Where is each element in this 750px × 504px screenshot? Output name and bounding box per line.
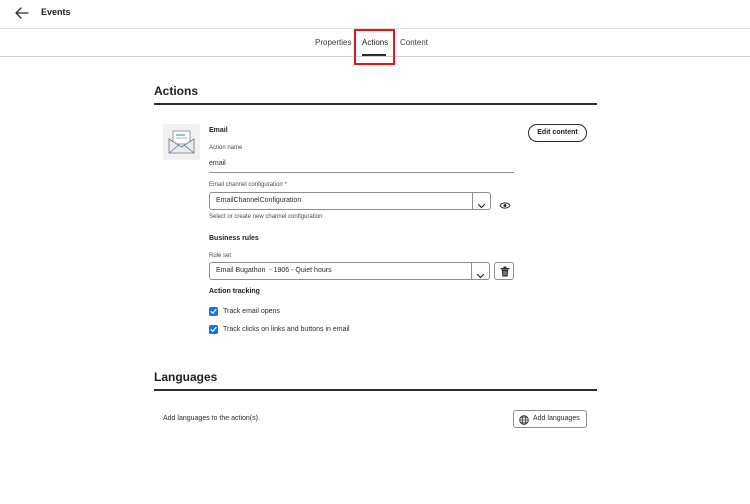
trash-icon	[500, 266, 510, 277]
actions-section-divider	[154, 103, 597, 105]
add-languages-button[interactable]: Add languages	[513, 410, 587, 428]
languages-section-divider	[154, 389, 597, 391]
edit-content-button[interactable]: Edit content	[528, 124, 587, 142]
action-type-label: Email	[209, 127, 228, 134]
channel-config-help: Select or create new channel configurati…	[209, 214, 323, 220]
eye-icon[interactable]	[499, 197, 511, 215]
track-opens-label: Track email opens	[223, 308, 280, 315]
channel-config-value: EmailChannelConfiguration	[216, 197, 302, 204]
action-name-underline	[209, 172, 514, 173]
channel-config-label: Email channel configuration *	[209, 182, 287, 188]
action-name-label: Action name	[209, 145, 243, 151]
checkmark-icon	[210, 308, 217, 315]
top-bar: Events	[0, 0, 750, 29]
add-languages-label: Add languages	[533, 415, 580, 422]
arrow-left-icon[interactable]	[14, 6, 30, 20]
track-clicks-label: Track clicks on links and buttons in ema…	[223, 326, 350, 333]
rule-set-label: Rule set	[209, 253, 232, 259]
required-marker: *	[284, 182, 287, 188]
checkmark-icon	[210, 326, 217, 333]
channel-config-select[interactable]: EmailChannelConfiguration	[209, 192, 491, 210]
action-name-input[interactable]: email	[209, 160, 226, 167]
rule-set-select[interactable]: Email Bugathon - 1906 - Quiet hours	[209, 262, 490, 280]
action-tracking-heading: Action tracking	[209, 288, 260, 295]
rule-set-value: Email Bugathon - 1906 - Quiet hours	[216, 267, 332, 274]
chevron-down-icon	[476, 267, 485, 285]
tab-actions[interactable]: Actions	[362, 38, 388, 47]
chevron-down-icon	[477, 197, 486, 215]
languages-section-title: Languages	[154, 370, 218, 384]
tab-properties[interactable]: Properties	[315, 38, 351, 47]
tab-bar: Properties Actions Content	[0, 29, 750, 57]
email-thumbnail	[163, 124, 200, 160]
delete-rule-set-button[interactable]	[494, 262, 514, 280]
tab-content[interactable]: Content	[400, 38, 428, 47]
business-rules-heading: Business rules	[209, 235, 259, 242]
actions-section-title: Actions	[154, 84, 199, 98]
tab-selected-indicator	[362, 54, 386, 56]
track-clicks-checkbox[interactable]	[209, 325, 218, 334]
languages-description: Add languages to the action(s).	[163, 415, 260, 422]
globe-icon	[519, 415, 529, 425]
email-icon	[168, 130, 195, 154]
track-opens-checkbox[interactable]	[209, 307, 218, 316]
page-title: Events	[41, 7, 71, 17]
